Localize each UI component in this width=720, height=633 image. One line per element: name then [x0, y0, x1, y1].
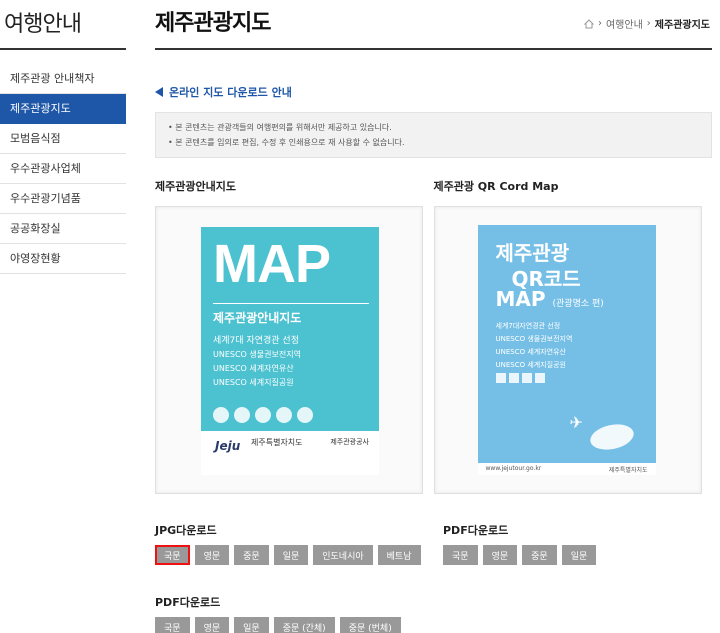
cover-footer-gov: 제주특별자치도	[251, 438, 303, 447]
jpg-download-buttons: 국문 영문 중문 일문 인도네시아 베트남	[155, 545, 443, 565]
unesco-icon	[213, 407, 229, 423]
jpg-indonesian-button[interactable]: 인도네시아	[313, 545, 373, 565]
qr-pdf-download-buttons: 국문 영문 중문 일문	[443, 545, 597, 565]
emblem-icon	[521, 373, 532, 383]
main-content: 제주관광지도 › 여행안내 › 제주관광지도 온라인 지도 다운로드 안내 • …	[155, 0, 712, 633]
cover-line: UNESCO 세계지질공원	[495, 361, 567, 369]
jpg-japanese-button[interactable]: 일문	[273, 545, 309, 565]
card-tour-map: 제주관광안내지도 MAP 제주관광안내지도 세계7대 자연경관 선정 UNESC…	[155, 178, 434, 494]
qr-map-downloads: PDF다운로드 국문 영문 중문 일문	[443, 522, 597, 633]
tour-map-downloads: JPG다운로드 국문 영문 중문 일문 인도네시아 베트남 PDF다운로드 국문…	[155, 522, 443, 633]
bullet-icon: •	[168, 123, 173, 132]
cover-line: 세계7대자연경관 선정	[495, 322, 561, 330]
breadcrumb-item-travel-guide[interactable]: 여행안내	[606, 16, 643, 31]
card-label: 제주관광안내지도	[155, 180, 236, 193]
sidebar-item-guidebook[interactable]: 제주관광 안내책자	[0, 64, 126, 94]
emblem-icon	[276, 407, 292, 423]
sidebar-item-campsites[interactable]: 야영장현황	[0, 244, 126, 274]
jpg-vietnamese-button[interactable]: 베트남	[377, 545, 421, 565]
qr-pdf-japanese-button[interactable]: 일문	[561, 545, 597, 565]
notice-heading: 온라인 지도 다운로드 안내	[155, 84, 712, 100]
airplane-icon: ✈	[569, 413, 583, 432]
sidebar: 여행안내 제주관광 안내책자 제주관광지도 모범음식점 우수관광사업체 우수관광…	[0, 0, 126, 274]
sidebar-item-tour-map[interactable]: 제주관광지도	[0, 94, 126, 124]
notice-heading-text: 온라인 지도 다운로드 안내	[169, 86, 292, 99]
card-frame: MAP 제주관광안내지도 세계7대 자연경관 선정 UNESCO 생물권보전지역…	[155, 206, 423, 494]
cover-line: UNESCO 생물권보전지역	[495, 335, 573, 343]
cover-line: UNESCO 생물권보전지역	[213, 350, 301, 359]
sidebar-title: 여행안내	[4, 12, 82, 37]
qr-pdf-download-label: PDF다운로드	[443, 524, 509, 537]
pdf-download-section: PDF다운로드 국문 영문 일문 중문 (간체) 중문 (번체)	[155, 594, 443, 633]
jpg-chinese-button[interactable]: 중문	[234, 545, 269, 565]
cover-footer: Jeju 제주특별자치도 제주관광공사	[201, 431, 379, 475]
map-cards: 제주관광안내지도 MAP 제주관광안내지도 세계7대 자연경관 선정 UNESC…	[155, 178, 712, 494]
cover-title-line: 제주관광	[495, 241, 570, 265]
cover-footer: www.jejutour.go.kr 제주특별자치도	[477, 463, 656, 475]
bullet-icon: •	[168, 138, 173, 147]
notice-line: • 본 콘텐츠를 임의로 편집, 수정 후 인쇄용으로 재 사용할 수 없습니다…	[168, 138, 405, 147]
cover-emblems	[495, 373, 545, 383]
jpg-korean-button[interactable]: 국문	[155, 545, 190, 565]
sidebar-item-public-toilets[interactable]: 공공화장실	[0, 214, 126, 244]
cover-subtitle: 제주관광안내지도	[213, 311, 302, 325]
downloads: JPG다운로드 국문 영문 중문 일문 인도네시아 베트남 PDF다운로드 국문…	[155, 522, 712, 633]
jpg-download-label: JPG다운로드	[155, 524, 217, 537]
title-divider	[155, 48, 712, 50]
jeju-island-shape	[587, 420, 636, 454]
qr-pdf-english-button[interactable]: 영문	[482, 545, 518, 565]
pdf-korean-button[interactable]: 국문	[155, 617, 190, 633]
cover-footer-org: 제주관광공사	[330, 438, 369, 446]
cover-footer-url: www.jejutour.go.kr	[485, 465, 542, 472]
cover-big-title: MAP	[213, 234, 331, 294]
chevron-right-icon: ›	[646, 18, 651, 29]
notice-box: • 본 콘텐츠는 관광객들의 여행편의를 위해서만 제공하고 있습니다. • 본…	[155, 112, 712, 158]
cover-emblems	[213, 407, 313, 423]
pdf-chinese-traditional-button[interactable]: 중문 (번체)	[339, 617, 401, 633]
tour-map-cover-image: MAP 제주관광안내지도 세계7대 자연경관 선정 UNESCO 생물권보전지역…	[201, 227, 379, 475]
pdf-download-label: PDF다운로드	[155, 596, 221, 609]
emblem-icon	[508, 373, 519, 383]
triangle-left-icon	[155, 87, 163, 97]
cover-line: UNESCO 세계자연유산	[495, 348, 567, 356]
cover-line: 세계7대 자연경관 선정	[213, 336, 299, 346]
emblem-icon	[234, 407, 250, 423]
card-frame: 제주관광 QR코드 MAP (관광명소 편) 세계7대자연경관 선정 UNESC…	[433, 206, 702, 494]
sidebar-item-model-restaurants[interactable]: 모범음식점	[0, 124, 126, 154]
card-qr-map: 제주관광 QR Cord Map 제주관광 QR코드 MAP (관광명소 편) …	[433, 178, 713, 494]
cover-footer-org: 제주특별자치도	[608, 467, 648, 474]
notice-line: • 본 콘텐츠는 관광객들의 여행편의를 위해서만 제공하고 있습니다.	[168, 123, 392, 132]
emblem-icon	[495, 373, 506, 383]
qr-pdf-korean-button[interactable]: 국문	[443, 545, 478, 565]
pdf-chinese-simplified-button[interactable]: 중문 (간체)	[273, 617, 335, 633]
cover-title-line: MAP (관광명소 편)	[495, 287, 604, 311]
cover-divider	[213, 303, 369, 304]
qr-map-cover-image: 제주관광 QR코드 MAP (관광명소 편) 세계7대자연경관 선정 UNESC…	[477, 225, 656, 475]
emblem-icon	[255, 407, 271, 423]
sidebar-item-excellent-businesses[interactable]: 우수관광사업체	[0, 154, 126, 184]
cover-line: UNESCO 세계지질공원	[213, 378, 294, 387]
emblem-icon	[534, 373, 545, 383]
card-label: 제주관광 QR Cord Map	[433, 180, 559, 193]
breadcrumb: › 여행안내 › 제주관광지도	[583, 16, 710, 31]
pdf-japanese-button[interactable]: 일문	[234, 617, 269, 633]
pdf-english-button[interactable]: 영문	[194, 617, 230, 633]
qr-pdf-chinese-button[interactable]: 중문	[522, 545, 557, 565]
sidebar-divider	[0, 48, 126, 50]
home-icon[interactable]	[583, 18, 595, 29]
chevron-right-icon: ›	[597, 18, 602, 29]
jeju-logo: Jeju	[215, 439, 241, 453]
sidebar-menu: 제주관광 안내책자 제주관광지도 모범음식점 우수관광사업체 우수관광기념품 공…	[0, 64, 126, 274]
sidebar-item-souvenirs[interactable]: 우수관광기념품	[0, 184, 126, 214]
pdf-download-buttons: 국문 영문 일문 중문 (간체) 중문 (번체)	[155, 617, 443, 633]
emblem-icon	[297, 407, 313, 423]
jpg-english-button[interactable]: 영문	[194, 545, 230, 565]
breadcrumb-item-current: 제주관광지도	[654, 20, 710, 31]
cover-line: UNESCO 세계자연유산	[213, 364, 294, 373]
